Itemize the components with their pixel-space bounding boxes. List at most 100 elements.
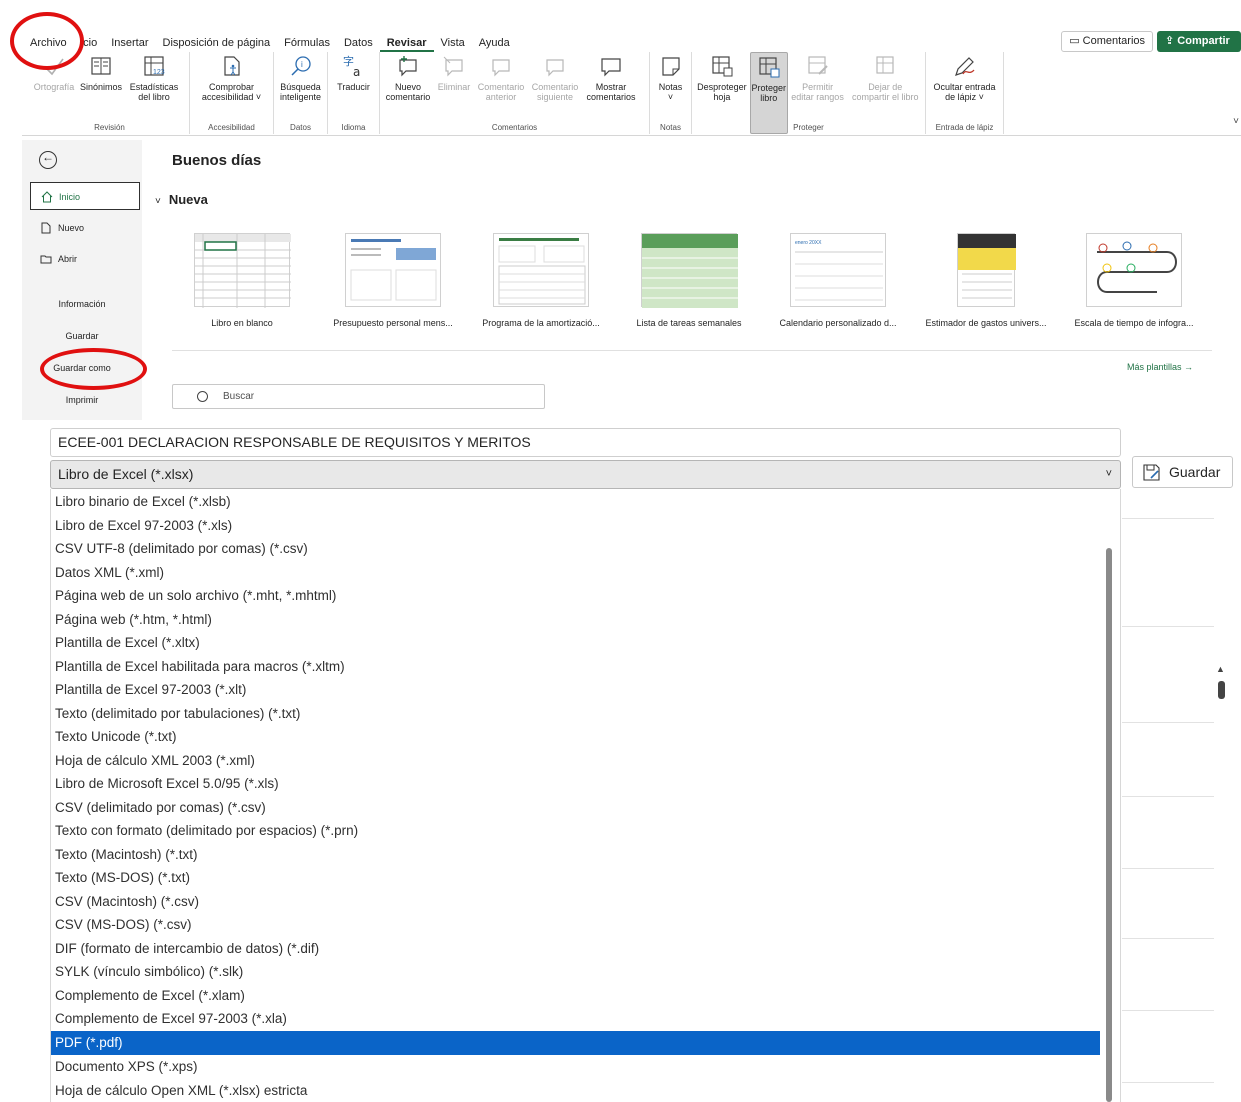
group-label-datos: Datos bbox=[290, 123, 311, 132]
group-lapiz: Ocultar entrada de lápiz ˅ Entrada de lá… bbox=[926, 52, 1004, 134]
desproteger-label: Desproteger bbox=[697, 82, 747, 92]
proteger-libro-button[interactable]: Proteger libro bbox=[749, 52, 788, 134]
proteger-label: Proteger bbox=[751, 83, 786, 93]
file-type-option[interactable]: Texto Unicode (*.txt) bbox=[51, 725, 1100, 749]
group-label-comentarios: Comentarios bbox=[491, 123, 538, 132]
nuevo-comentario-button[interactable]: Nuevo comentario bbox=[382, 52, 434, 134]
comentario-siguiente-button[interactable]: Comentario siguiente bbox=[528, 52, 582, 134]
file-type-option[interactable]: CSV (Macintosh) (*.csv) bbox=[51, 890, 1100, 914]
svg-text:i: i bbox=[301, 60, 303, 69]
page-scrollbar-thumb[interactable] bbox=[1218, 681, 1225, 699]
libro-label: libro bbox=[760, 93, 778, 103]
nav-abrir[interactable]: Abrir bbox=[30, 245, 140, 273]
permitir-editar-rangos-button[interactable]: Permitir editar rangos bbox=[788, 52, 848, 134]
tab-formulas[interactable]: Fórmulas bbox=[277, 34, 337, 52]
save-button[interactable]: Guardar bbox=[1132, 456, 1233, 488]
comentario-anterior-button[interactable]: Comentario anterior bbox=[474, 52, 528, 134]
file-type-dropdown[interactable]: Libro de Excel (*.xlsx) ˅ bbox=[50, 460, 1121, 489]
file-type-option[interactable]: Datos XML (*.xml) bbox=[51, 561, 1100, 585]
more-templates-link[interactable]: Más plantillas → bbox=[1127, 362, 1193, 372]
comentario-label: comentario bbox=[385, 92, 431, 102]
share-button[interactable]: ⇪ Compartir bbox=[1157, 31, 1241, 52]
tab-vista[interactable]: Vista bbox=[434, 34, 472, 52]
file-type-option[interactable]: Documento XPS (*.xps) bbox=[51, 1055, 1100, 1079]
file-type-option[interactable]: Complemento de Excel 97-2003 (*.xla) bbox=[51, 1007, 1100, 1031]
nav-inicio[interactable]: Inicio bbox=[30, 182, 140, 210]
comments-button[interactable]: ▭ Comentarios bbox=[1061, 31, 1153, 52]
file-type-option[interactable]: SYLK (vínculo simbólico) (*.slk) bbox=[51, 960, 1100, 984]
tab-disposicion[interactable]: Disposición de página bbox=[156, 34, 278, 52]
tab-datos[interactable]: Datos bbox=[337, 34, 380, 52]
file-type-option[interactable]: Texto (delimitado por tabulaciones) (*.t… bbox=[51, 702, 1100, 726]
chevron-down-icon: ˅ bbox=[1105, 468, 1112, 480]
estadisticas-button[interactable]: 123 Estadísticas del libro bbox=[126, 52, 182, 134]
file-type-option[interactable]: CSV (delimitado por comas) (*.csv) bbox=[51, 796, 1100, 820]
file-type-option[interactable]: Libro de Excel 97-2003 (*.xls) bbox=[51, 514, 1100, 538]
search-input[interactable]: Buscar bbox=[172, 384, 545, 409]
nav-nuevo-label: Nuevo bbox=[58, 223, 85, 233]
more-templates-label: Más plantillas bbox=[1127, 362, 1182, 372]
file-type-option[interactable]: Plantilla de Excel habilitada para macro… bbox=[51, 655, 1100, 679]
ocultar-entrada-lapiz-button[interactable]: Ocultar entrada de lápiz ˅ bbox=[928, 52, 1001, 134]
desproteger-hoja-button[interactable]: Desproteger hoja bbox=[694, 52, 750, 134]
smart-lookup-icon: i bbox=[290, 56, 311, 76]
nav-imprimir[interactable]: Imprimir bbox=[22, 395, 142, 405]
file-type-option[interactable]: Página web (*.htm, *.html) bbox=[51, 608, 1100, 632]
nav-guardar[interactable]: Guardar bbox=[22, 331, 142, 341]
file-type-option[interactable]: Texto (Macintosh) (*.txt) bbox=[51, 843, 1100, 867]
file-type-option[interactable]: Texto (MS-DOS) (*.txt) bbox=[51, 866, 1100, 890]
file-type-option[interactable]: CSV UTF-8 (delimitado por comas) (*.csv) bbox=[51, 537, 1100, 561]
file-type-option-selected[interactable]: PDF (*.pdf) bbox=[51, 1031, 1100, 1055]
estadisticas-label: Estadísticas bbox=[129, 82, 179, 92]
eliminar-comentario-button[interactable]: Eliminar bbox=[434, 52, 474, 134]
file-type-option[interactable]: Plantilla de Excel (*.xltx) bbox=[51, 631, 1100, 655]
traducir-button[interactable]: 字a Traducir bbox=[331, 52, 377, 134]
file-type-option[interactable]: Hoja de cálculo Open XML (*.xlsx) estric… bbox=[51, 1079, 1100, 1102]
template-calendario[interactable]: enero 20XX bbox=[790, 233, 886, 307]
save-icon bbox=[1143, 464, 1160, 481]
busqueda-inteligente-button[interactable]: i Búsqueda inteligente bbox=[276, 52, 325, 134]
permitir-label: Permitir bbox=[802, 82, 834, 92]
new-section-header[interactable]: ˅ Nueva bbox=[155, 192, 208, 207]
file-type-option[interactable]: Libro binario de Excel (*.xlsb) bbox=[51, 490, 1100, 514]
file-type-option[interactable]: Complemento de Excel (*.xlam) bbox=[51, 984, 1100, 1008]
file-type-option[interactable]: Página web de un solo archivo (*.mht, *.… bbox=[51, 584, 1100, 608]
template-blank-workbook[interactable] bbox=[194, 233, 291, 308]
comprobar-accesibilidad-button[interactable]: Comprobar accesibilidad ˅ bbox=[193, 52, 271, 134]
file-type-option[interactable]: Plantilla de Excel 97-2003 (*.xlt) bbox=[51, 678, 1100, 702]
blank-workbook-thumbnail bbox=[195, 234, 291, 308]
sinonimos-button[interactable]: Sinónimos bbox=[76, 52, 126, 134]
file-type-option[interactable]: Texto con formato (delimitado por espaci… bbox=[51, 819, 1100, 843]
file-type-option[interactable]: DIF (formato de intercambio de datos) (*… bbox=[51, 937, 1100, 961]
template-presupuesto[interactable] bbox=[345, 233, 441, 307]
inteligente-label: inteligente bbox=[279, 92, 322, 102]
dejar-de-compartir-button[interactable]: Dejar de compartir el libro bbox=[847, 52, 923, 134]
template-lista-tareas[interactable] bbox=[641, 233, 738, 308]
budget-thumbnail bbox=[350, 239, 437, 301]
template-amortizacion[interactable] bbox=[493, 233, 589, 307]
template-label: Libro en blanco bbox=[211, 318, 273, 328]
back-arrow-icon[interactable] bbox=[39, 150, 57, 169]
nav-informacion[interactable]: Información bbox=[22, 299, 142, 309]
nav-nuevo[interactable]: Nuevo bbox=[30, 214, 140, 242]
template-escala-tiempo[interactable] bbox=[1086, 233, 1182, 307]
scroll-up-arrow-icon[interactable]: ▲ bbox=[1216, 664, 1225, 674]
list-scrollbar-thumb[interactable] bbox=[1106, 548, 1112, 1102]
annotation-circle bbox=[10, 12, 84, 70]
divider bbox=[1122, 796, 1214, 797]
divider bbox=[1122, 938, 1214, 939]
tab-revisar[interactable]: Revisar bbox=[379, 34, 434, 52]
mostrar-comentarios-button[interactable]: Mostrar comentarios bbox=[582, 52, 640, 134]
new-section-label: Nueva bbox=[168, 192, 208, 207]
busqueda-label: Búsqueda bbox=[280, 82, 321, 92]
file-type-option[interactable]: CSV (MS-DOS) (*.csv) bbox=[51, 913, 1100, 937]
nav-inicio-label: Inicio bbox=[59, 192, 81, 202]
file-type-option[interactable]: Libro de Microsoft Excel 5.0/95 (*.xls) bbox=[51, 772, 1100, 796]
tab-ayuda[interactable]: Ayuda bbox=[472, 34, 517, 52]
ribbon-collapse-chevron-icon[interactable]: ˅ bbox=[1233, 116, 1239, 127]
template-estimador[interactable] bbox=[957, 233, 1016, 307]
tab-insertar[interactable]: Insertar bbox=[104, 34, 155, 52]
file-type-option[interactable]: Hoja de cálculo XML 2003 (*.xml) bbox=[51, 749, 1100, 773]
file-name-field[interactable]: ECEE-001 DECLARACION RESPONSABLE DE REQU… bbox=[50, 428, 1121, 457]
notas-button[interactable]: Notas ˅ bbox=[652, 52, 689, 134]
